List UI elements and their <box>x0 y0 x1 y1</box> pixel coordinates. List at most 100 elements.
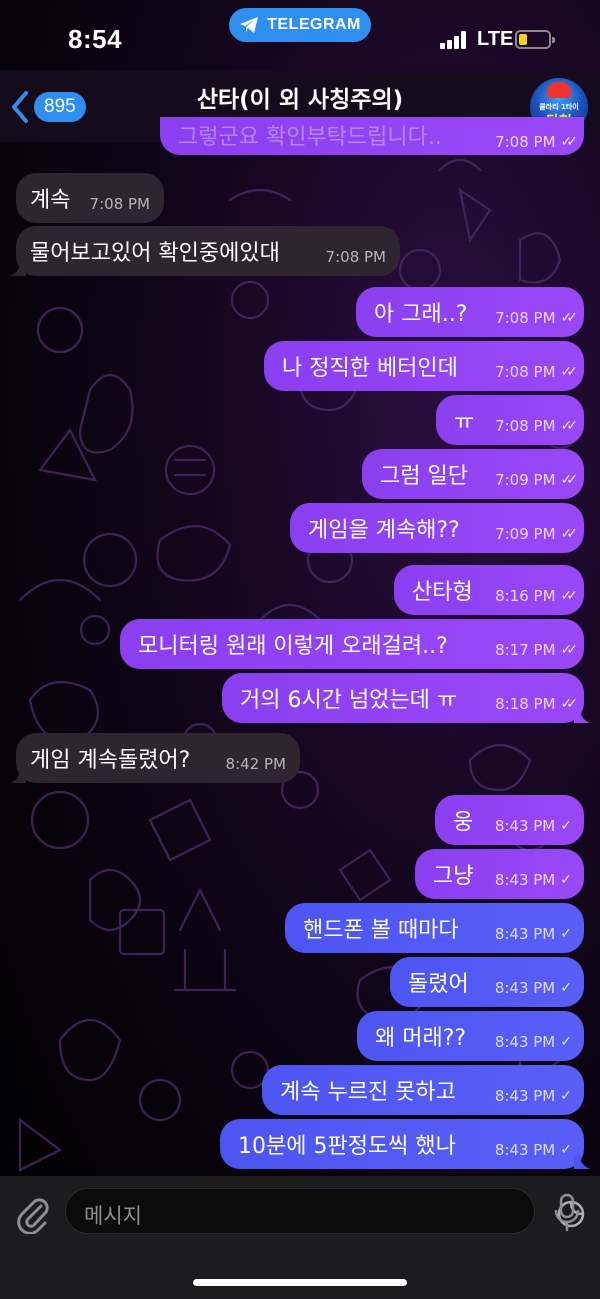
status-bar: 8:54 TELEGRAM LTE <box>0 0 600 70</box>
message-text: 10분에 5판정도씩 했나 <box>238 1134 456 1159</box>
return-to-telegram-pill[interactable]: TELEGRAM <box>229 8 371 42</box>
outgoing-message-bubble[interactable]: 산타형 8:16 PM ✓✓ <box>394 565 584 615</box>
message-timestamp-group: 8:43 PM ✓ <box>495 817 572 835</box>
message-timestamp: 7:08 PM <box>495 417 556 435</box>
message-timestamp: 8:43 PM <box>494 1087 556 1105</box>
message-timestamp-group: 8:18 PM ✓✓ <box>495 695 579 713</box>
message-timestamp: 7:08 PM <box>495 133 556 151</box>
incoming-message-bubble[interactable]: 물어보고있어 확인중에있대 7:08 PM <box>16 226 400 276</box>
battery-icon <box>515 30 555 49</box>
outgoing-message-bubble[interactable]: 거의 6시간 넘었는데 ㅠ 8:18 PM ✓✓ <box>222 673 584 723</box>
outgoing-message-bubble[interactable]: 그냥 8:43 PM ✓ <box>415 849 584 899</box>
message-text: 나 정직한 베터인데 <box>282 356 458 381</box>
message-timestamp-group: 8:17 PM ✓✓ <box>495 641 579 659</box>
santa-hat-icon <box>547 82 571 98</box>
message-timestamp-group: 7:08 PM ✓✓ <box>495 309 579 327</box>
outgoing-message-bubble[interactable]: 그럼 일단 7:09 PM ✓✓ <box>362 449 584 499</box>
double-check-read-icon: ✓✓ <box>560 310 579 326</box>
outgoing-message-bubble[interactable]: 핸드폰 볼 때마다 8:43 PM ✓ <box>285 903 584 953</box>
message-text: 핸드폰 볼 때마다 <box>303 918 459 943</box>
microphone-icon[interactable] <box>553 1193 581 1233</box>
bubble-tail <box>574 709 590 723</box>
message-timestamp: 8:43 PM <box>494 979 556 997</box>
battery-level <box>519 34 527 45</box>
message-timestamp: 8:42 PM <box>225 755 286 773</box>
message-timestamp: 7:08 PM <box>495 309 556 327</box>
message-timestamp: 8:43 PM <box>494 1033 556 1051</box>
single-check-sent-icon: ✓ <box>560 980 572 996</box>
message-timestamp-group: 8:43 PM ✓ <box>495 1141 572 1159</box>
message-timestamp: 7:09 PM <box>495 471 556 489</box>
message-timestamp: 8:43 PM <box>494 1141 556 1159</box>
message-text: 모니터링 원래 이렇게 오래걸려..? <box>138 634 448 659</box>
message-timestamp-group: 7:08 PM <box>90 195 150 213</box>
message-timestamp: 7:08 PM <box>325 248 386 266</box>
message-timestamp-group: 8:42 PM <box>226 755 286 773</box>
status-time: 8:54 <box>68 24 123 54</box>
outgoing-message-bubble[interactable]: 아 그래..? 7:08 PM ✓✓ <box>356 287 584 337</box>
paperclip-attach-icon[interactable] <box>15 1194 51 1234</box>
outgoing-message-bubble[interactable]: 돌렸어 8:43 PM ✓ <box>390 957 584 1007</box>
message-text: 게임을 계속해?? <box>308 518 460 543</box>
single-check-sent-icon: ✓ <box>560 818 572 834</box>
message-timestamp-group: 7:09 PM ✓✓ <box>495 471 578 489</box>
double-check-read-icon: ✓✓ <box>560 588 579 604</box>
message-timestamp: 8:17 PM <box>495 641 556 659</box>
message-timestamp: 8:18 PM <box>495 695 556 713</box>
outgoing-message-bubble[interactable]: 모니터링 원래 이렇게 오래걸려..? 8:17 PM ✓✓ <box>120 619 584 669</box>
home-indicator <box>193 1279 407 1286</box>
double-check-read-icon: ✓✓ <box>560 526 579 542</box>
outgoing-message-bubble[interactable]: 왜 머래?? 8:43 PM ✓ <box>357 1011 584 1061</box>
outgoing-message-bubble[interactable]: 그렇군요 확인부탁드립니다.. 7:08 PM ✓✓ <box>160 117 584 155</box>
message-text: 계속 <box>30 188 71 213</box>
single-check-sent-icon: ✓ <box>560 872 572 888</box>
message-timestamp-group: 7:08 PM ✓✓ <box>495 363 579 381</box>
message-input-placeholder: 메시지 <box>84 1204 142 1228</box>
message-text: 그렇군요 확인부탁드립니다.. <box>178 125 442 150</box>
outgoing-message-bubble[interactable]: 계속 누르진 못하고 8:43 PM ✓ <box>262 1065 584 1115</box>
message-timestamp-group: 8:43 PM ✓ <box>495 1087 572 1105</box>
message-timestamp: 7:08 PM <box>89 195 150 213</box>
outgoing-message-bubble[interactable]: 10분에 5판정도씩 했나 8:43 PM ✓ <box>220 1119 584 1169</box>
message-timestamp-group: 7:09 PM ✓✓ <box>495 525 579 543</box>
message-text: 게임 계속돌렸어? <box>30 748 191 773</box>
message-timestamp: 8:43 PM <box>494 925 556 943</box>
double-check-read-icon: ✓✓ <box>560 696 579 712</box>
outgoing-message-bubble[interactable]: 나 정직한 베터인데 7:08 PM ✓✓ <box>264 341 584 391</box>
double-check-read-icon: ✓✓ <box>560 418 579 434</box>
bubble-tail <box>574 1155 590 1169</box>
message-timestamp-group: 7:08 PM ✓✓ <box>495 417 579 435</box>
message-timestamp-group: 8:43 PM ✓ <box>495 925 572 943</box>
message-timestamp: 7:08 PM <box>495 363 556 381</box>
message-input[interactable]: 메시지 <box>65 1188 585 1234</box>
double-check-read-icon: ✓✓ <box>560 364 579 380</box>
message-text: 계속 누르진 못하고 <box>280 1080 456 1105</box>
message-timestamp-group: 8:16 PM ✓✓ <box>495 587 579 605</box>
message-timestamp: 8:43 PM <box>494 817 556 835</box>
telegram-chat-screen: 8:54 TELEGRAM LTE 895 산타(이 외 사칭주의) 5분 <box>0 0 600 1299</box>
double-check-read-icon: ✓✓ <box>560 642 579 658</box>
message-text: 그럼 일단 <box>380 464 468 489</box>
outgoing-message-bubble[interactable]: ㅠ 7:08 PM ✓✓ <box>436 395 584 445</box>
message-timestamp-group: 8:43 PM ✓ <box>495 1033 572 1051</box>
single-check-sent-icon: ✓ <box>560 926 572 942</box>
message-text: 그냥 <box>433 864 474 889</box>
incoming-message-bubble[interactable]: 게임 계속돌렸어? 8:42 PM <box>16 733 300 783</box>
bubble-tail <box>10 769 26 783</box>
message-timestamp: 8:43 PM <box>494 871 556 889</box>
message-timestamp-group: 7:08 PM <box>326 248 386 266</box>
outgoing-message-bubble[interactable]: 웅 8:43 PM ✓ <box>435 795 584 845</box>
message-timestamp-group: 7:08 PM ✓✓ <box>495 133 578 151</box>
single-check-sent-icon: ✓ <box>560 1088 572 1104</box>
message-text: ㅠ <box>454 410 475 435</box>
message-timestamp-group: 8:43 PM ✓ <box>495 871 572 889</box>
outgoing-message-bubble[interactable]: 게임을 계속해?? 7:09 PM ✓✓ <box>290 503 584 553</box>
cellular-signal-icon <box>440 31 470 49</box>
chat-title[interactable]: 산타(이 외 사칭주의) <box>0 80 600 114</box>
incoming-message-bubble[interactable]: 계속 7:08 PM <box>16 173 164 223</box>
network-type: LTE <box>477 28 514 50</box>
message-timestamp: 7:09 PM <box>495 525 556 543</box>
message-text: 물어보고있어 확인중에있대 <box>30 241 280 266</box>
telegram-plane-icon <box>240 17 259 33</box>
single-check-sent-icon: ✓ <box>560 1034 572 1050</box>
